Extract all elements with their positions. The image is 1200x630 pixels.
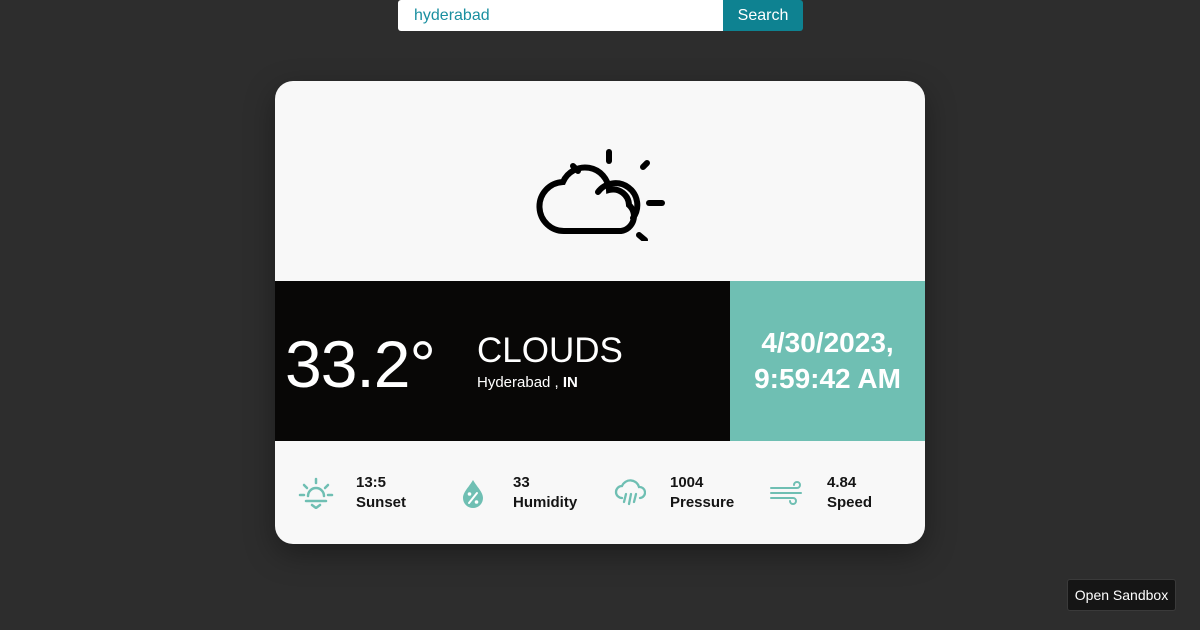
pressure-icon — [611, 474, 649, 512]
stat-speed: 4.84 Speed — [768, 473, 925, 511]
weather-condition: CLOUDS — [477, 331, 623, 370]
location: Hyderabad , IN — [477, 374, 623, 391]
temperature-panel: 33.2° CLOUDS Hyderabad , IN — [275, 281, 730, 441]
weather-icon-area — [275, 81, 925, 281]
stat-pressure: 1004 Pressure — [611, 473, 768, 511]
stat-text: 4.84 Speed — [827, 473, 872, 511]
open-sandbox-button[interactable]: Open Sandbox — [1067, 579, 1176, 611]
pressure-value: 1004 — [670, 474, 704, 492]
stat-text: 1004 Pressure — [670, 473, 734, 511]
weather-main-row: 33.2° CLOUDS Hyderabad , IN 4/30/2023, 9… — [275, 281, 925, 441]
weather-card: 33.2° CLOUDS Hyderabad , IN 4/30/2023, 9… — [275, 81, 925, 544]
sunset-icon — [297, 474, 335, 512]
humidity-icon — [454, 474, 492, 512]
weather-description: CLOUDS Hyderabad , IN — [477, 333, 623, 391]
stat-text: 33 Humidity — [513, 473, 577, 511]
city-name: Hyderabad , — [477, 374, 563, 391]
speed-value: 4.84 — [827, 474, 857, 492]
stat-text: 13:5 Sunset — [356, 473, 406, 511]
humidity-label: Humidity — [513, 493, 578, 511]
speed-label: Speed — [827, 493, 873, 511]
sunset-value: 13:5 — [356, 474, 387, 492]
stat-humidity: 33 Humidity — [454, 473, 611, 511]
partly-cloudy-icon — [536, 149, 665, 241]
country-code: IN — [562, 374, 578, 391]
humidity-value: 33 — [513, 474, 530, 492]
datetime-panel: 4/30/2023, 9:59:42 AM — [730, 281, 925, 441]
date-text: 4/30/2023, — [761, 327, 894, 359]
search-button[interactable]: Search — [723, 0, 803, 31]
stats-row: 13:5 Sunset 33 Humidity 1004 Pressure 4.… — [275, 441, 925, 544]
temperature: 33.2° — [285, 327, 436, 401]
search-input[interactable] — [398, 0, 723, 31]
time-text: 9:59:42 AM — [754, 363, 901, 394]
sunset-label: Sunset — [356, 493, 407, 511]
stat-sunset: 13:5 Sunset — [297, 473, 454, 511]
wind-icon — [768, 474, 806, 512]
pressure-label: Pressure — [670, 493, 735, 511]
search-bar: Search — [398, 0, 803, 31]
